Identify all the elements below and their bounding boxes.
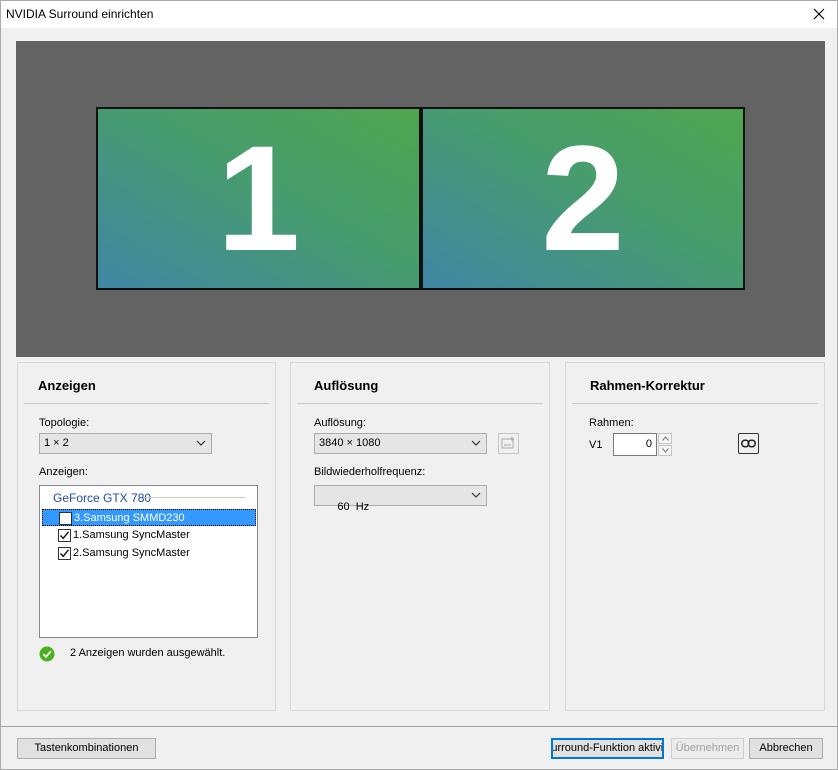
chain-link-icon (741, 439, 756, 448)
selection-status: 2 Anzeigen wurden ausgewählt. (70, 647, 226, 659)
list-item[interactable]: 2.Samsung SyncMaster (42, 545, 256, 562)
v1-bezel-input[interactable]: 0 (613, 433, 657, 456)
topology-value: 1 × 2 (44, 437, 69, 449)
link-bezels-button[interactable] (738, 433, 759, 454)
checkmark-icon (59, 531, 70, 540)
monitor-number: 1 (216, 114, 301, 282)
panel-title: Anzeigen (38, 378, 96, 393)
divider (24, 403, 269, 404)
resolution-panel: Auflösung Auflösung: 3840 × 1080 Bildwie… (290, 362, 550, 711)
window-title: NVIDIA Surround einrichten (6, 7, 154, 21)
monitor-tile-1[interactable]: 1 (96, 107, 421, 290)
spin-down-button[interactable] (658, 445, 672, 456)
checkbox-checked[interactable] (58, 529, 71, 542)
display-name: 3.Samsung SMMD230 (74, 512, 185, 524)
displays-panel: Anzeigen Topologie: 1 × 2 Anzeigen: GeFo… (17, 362, 276, 711)
list-item[interactable]: 1.Samsung SyncMaster (42, 527, 256, 544)
refresh-rate-select[interactable]: 60 Hz (314, 485, 487, 513)
cancel-button[interactable]: Abbrechen (749, 738, 823, 759)
bezel-correction-panel: Rahmen-Korrektur Rahmen: V1 0 (565, 362, 825, 711)
close-icon (813, 8, 825, 20)
display-list[interactable]: GeForce GTX 780 3.Samsung SMMD230 1.Sams… (39, 485, 258, 638)
resolution-select[interactable]: 3840 × 1080 (314, 433, 487, 454)
footer-divider (1, 726, 837, 727)
gpu-group-header: GeForce GTX 780 (53, 491, 152, 505)
panel-title: Rahmen-Korrektur (590, 378, 705, 393)
divider (143, 497, 245, 498)
chevron-down-icon (471, 492, 481, 498)
chevron-up-icon (661, 436, 669, 441)
chevron-down-icon (196, 440, 206, 446)
list-item[interactable]: 3.Samsung SMMD230 (42, 509, 256, 526)
topology-label: Topologie: (39, 417, 90, 429)
divider (297, 403, 543, 404)
title-bar: NVIDIA Surround einrichten (1, 1, 837, 28)
surround-dialog: NVIDIA Surround einrichten 1 2 Anzeigen … (0, 0, 838, 770)
panel-title: Auflösung (314, 378, 379, 393)
resolution-value: 3840 × 1080 (319, 437, 381, 449)
refresh-rate-label: Bildwiederholfrequenz: (314, 466, 426, 478)
bezel-label: Rahmen: (589, 417, 634, 429)
v1-label: V1 (589, 439, 603, 451)
close-button[interactable] (807, 3, 831, 25)
check-circle-icon (39, 646, 55, 662)
display-preview: 1 2 (16, 41, 825, 357)
display-name: 1.Samsung SyncMaster (73, 529, 190, 541)
checkbox-checked[interactable] (58, 547, 71, 560)
activate-surround-label: Surround-Funktion aktivieren (551, 742, 664, 754)
apply-button[interactable]: Übernehmen (671, 738, 744, 759)
monitor-plus-icon (501, 436, 515, 449)
spin-up-button[interactable] (658, 433, 672, 444)
topology-select[interactable]: 1 × 2 (39, 433, 212, 454)
resolution-label: Auflösung: (314, 417, 366, 429)
chevron-down-icon (471, 440, 481, 446)
activate-surround-button[interactable]: Surround-Funktion aktivieren (551, 738, 664, 759)
monitor-tile-2[interactable]: 2 (421, 107, 745, 290)
shortcuts-button[interactable]: Tastenkombinationen (17, 738, 156, 759)
divider (572, 403, 818, 404)
monitor-number: 2 (541, 114, 625, 282)
custom-resolution-button[interactable] (498, 433, 519, 454)
checkmark-icon (59, 549, 70, 558)
display-name: 2.Samsung SyncMaster (73, 547, 190, 559)
checkbox-unchecked[interactable] (59, 512, 72, 525)
v1-spinner (658, 433, 672, 456)
refresh-rate-value: 60 Hz (337, 501, 370, 513)
displays-label: Anzeigen: (39, 466, 88, 478)
chevron-down-icon (661, 448, 669, 453)
